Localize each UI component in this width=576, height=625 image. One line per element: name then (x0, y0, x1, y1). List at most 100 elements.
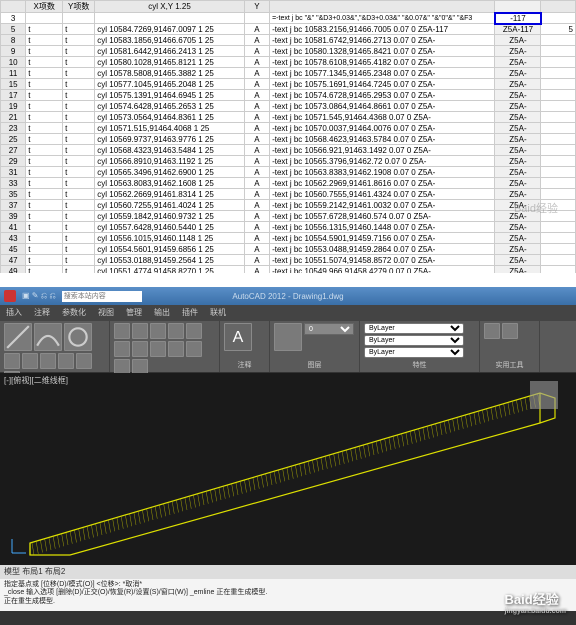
cell[interactable]: Z5A- (495, 79, 541, 90)
cell[interactable]: cyl 10551.4774,91458.8270 1 25 (95, 266, 245, 274)
table-row[interactable]: 11 t t cyl 10578.5808,91465.3882 1 25 A … (1, 68, 576, 79)
cell[interactable] (541, 101, 576, 112)
erase-icon[interactable] (186, 341, 202, 357)
cell[interactable]: Z5A- (495, 222, 541, 233)
cell[interactable] (541, 189, 576, 200)
cell[interactable]: Z5A- (495, 35, 541, 46)
arc-icon[interactable] (34, 323, 62, 351)
ico[interactable] (58, 353, 74, 369)
cell[interactable]: Z5A- (495, 255, 541, 266)
table-row[interactable]: 37 t t cyl 10560.7255,91461.4024 1 25 A … (1, 200, 576, 211)
menu-output[interactable]: 输出 (154, 307, 170, 319)
cell[interactable]: t (26, 189, 63, 200)
cell[interactable]: cyl 10557.6428,91460.5440 1 25 (95, 222, 245, 233)
cell[interactable]: t (26, 57, 63, 68)
cell[interactable]: Z5A- (495, 167, 541, 178)
col-d-header[interactable]: Y (244, 1, 269, 13)
cell[interactable]: -text j bc 10583.2156,91466.7005 0.07 0 … (270, 24, 495, 35)
cell[interactable]: Z5A- (495, 68, 541, 79)
cell[interactable]: t (26, 244, 63, 255)
table-row[interactable]: 27 t t cyl 10568.4323,91463.5484 1 25 A … (1, 145, 576, 156)
cell[interactable]: t (63, 156, 95, 167)
cell[interactable]: -text j bc 10571.545,91464.4368 0.07 0 Z… (270, 112, 495, 123)
cell-a3[interactable] (26, 13, 63, 24)
table-row[interactable]: 49 t t cyl 10551.4774,91458.8270 1 25 A … (1, 266, 576, 274)
cell[interactable]: cyl 10559.1842,91460.9732 1 25 (95, 211, 245, 222)
cell[interactable]: -text j bc 10573.0864,91464.8661 0.07 0 … (270, 101, 495, 112)
cell[interactable]: -text j bc 10560.7555,91461.4324 0.07 0 … (270, 189, 495, 200)
cell[interactable]: Z5A- (495, 90, 541, 101)
cell[interactable]: cyl 10573.0564,91464.8361 1 25 (95, 112, 245, 123)
cell[interactable]: cyl 10584.7269,91467.0097 1 25 (95, 24, 245, 35)
table-row[interactable]: 33 t t cyl 10563.8083,91462.1608 1 25 A … (1, 178, 576, 189)
table-row[interactable]: 17 t t cyl 10575.1391,91464.6945 1 25 A … (1, 90, 576, 101)
cell[interactable]: t (63, 24, 95, 35)
cell[interactable] (541, 46, 576, 57)
cell[interactable] (541, 112, 576, 123)
cell[interactable]: A (244, 211, 269, 222)
table-row[interactable]: 5 t t cyl 10584.7269,91467.0097 1 25 A -… (1, 24, 576, 35)
cell[interactable]: cyl 10568.4323,91463.5484 1 25 (95, 145, 245, 156)
row-num[interactable]: 15 (1, 79, 26, 90)
cell[interactable]: -text j bc 10557.6728,91460.574 0.07 0 Z… (270, 211, 495, 222)
cell[interactable]: t (26, 90, 63, 101)
cell[interactable]: t (26, 255, 63, 266)
cell[interactable]: t (63, 101, 95, 112)
cell[interactable]: -text j bc 10574.6728,91465.2953 0.07 0 … (270, 90, 495, 101)
search-box[interactable] (62, 291, 142, 302)
circle-icon[interactable] (64, 323, 92, 351)
cell[interactable]: t (63, 200, 95, 211)
table-row[interactable]: 21 t t cyl 10573.0564,91464.8361 1 25 A … (1, 112, 576, 123)
row-num[interactable]: 47 (1, 255, 26, 266)
cell[interactable]: t (26, 266, 63, 274)
cell[interactable] (541, 68, 576, 79)
cell[interactable]: A (244, 134, 269, 145)
cell[interactable]: t (63, 145, 95, 156)
cell[interactable]: t (63, 112, 95, 123)
cell[interactable]: -text j bc 10577.1345,91465.2348 0.07 0 … (270, 68, 495, 79)
ico[interactable] (22, 353, 38, 369)
cell[interactable] (541, 35, 576, 46)
cell[interactable]: -text j bc 10556.1315,91460.1448 0.07 0 … (270, 222, 495, 233)
menu-annotate[interactable]: 注释 (34, 307, 50, 319)
cell[interactable]: Z5A- (495, 123, 541, 134)
cell[interactable]: t (63, 57, 95, 68)
cell[interactable]: A (244, 79, 269, 90)
cell[interactable]: cyl 10563.8083,91462.1608 1 25 (95, 178, 245, 189)
cell[interactable]: -text j bc 10565.3796,91462.72 0.07 0 Z5… (270, 156, 495, 167)
cell[interactable] (541, 167, 576, 178)
ico[interactable] (76, 353, 92, 369)
array-icon[interactable] (150, 341, 166, 357)
cell[interactable]: Z5A- (495, 156, 541, 167)
cell[interactable] (541, 244, 576, 255)
cell[interactable]: cyl 10571.515,91464.4068 1 25 (95, 123, 245, 134)
row-num[interactable]: 17 (1, 90, 26, 101)
cell[interactable]: t (26, 233, 63, 244)
cell[interactable]: t (26, 112, 63, 123)
row-num[interactable]: 45 (1, 244, 26, 255)
cell[interactable] (541, 233, 576, 244)
cell[interactable]: Z5A-117 (495, 24, 541, 35)
cell[interactable]: t (26, 24, 63, 35)
cell[interactable]: Z5A- (495, 266, 541, 274)
cell[interactable]: A (244, 35, 269, 46)
cell[interactable]: t (63, 35, 95, 46)
cell[interactable] (541, 79, 576, 90)
table-row[interactable]: 31 t t cyl 10565.3496,91462.6900 1 25 A … (1, 167, 576, 178)
row-num[interactable]: 33 (1, 178, 26, 189)
cell[interactable] (541, 255, 576, 266)
cell[interactable]: A (244, 90, 269, 101)
cell[interactable]: cyl 10577.1045,91465.2048 1 25 (95, 79, 245, 90)
cell[interactable]: t (26, 123, 63, 134)
cell[interactable] (541, 266, 576, 274)
cell[interactable] (541, 123, 576, 134)
copy-icon[interactable] (132, 323, 148, 339)
row-num[interactable]: 49 (1, 266, 26, 274)
cell[interactable]: t (26, 79, 63, 90)
cell[interactable]: Z5A- (495, 134, 541, 145)
cell[interactable]: A (244, 200, 269, 211)
row-num[interactable]: 39 (1, 211, 26, 222)
cell[interactable]: A (244, 244, 269, 255)
scale-icon[interactable] (132, 341, 148, 357)
cell[interactable]: -text j bc 10559.2142,91461.0032 0.07 0 … (270, 200, 495, 211)
